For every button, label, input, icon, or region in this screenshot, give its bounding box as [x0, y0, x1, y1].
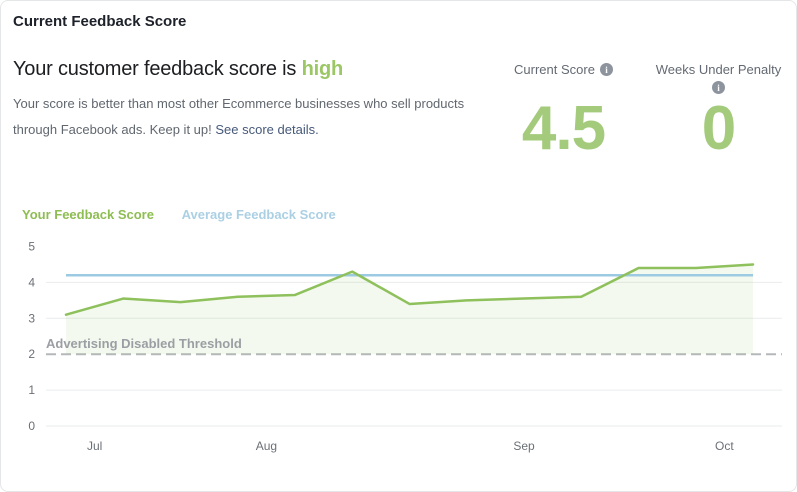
legend-your-feedback-score[interactable]: Your Feedback Score — [22, 207, 154, 222]
y-axis-tick-label: 4 — [28, 275, 35, 289]
description-line2: through Facebook ads. Keep it up! — [13, 122, 212, 137]
x-axis-month-label: Jul — [87, 439, 102, 453]
feedback-score-chart: 0 1 2 3 4 5 Jul Aug Sep Oct Advertising Disabled T… — [1, 231, 797, 471]
info-icon[interactable]: i — [712, 81, 725, 94]
weeks-under-penalty-value: 0 — [636, 98, 797, 160]
info-icon[interactable]: i — [600, 63, 613, 76]
weeks-under-penalty-label: Weeks Under Penalty — [656, 62, 782, 77]
y-axis-tick-label: 5 — [28, 240, 35, 254]
current-score-value: 4.5 — [481, 98, 646, 160]
weeks-under-penalty-stat: Weeks Under Penalty i 0 — [636, 62, 797, 94]
x-axis-month-label: Oct — [715, 439, 734, 453]
y-axis-tick-label: 0 — [28, 419, 35, 433]
page-title: Current Feedback Score — [13, 13, 186, 30]
y-axis-tick-label: 1 — [28, 383, 35, 397]
x-axis-month-label: Aug — [256, 439, 277, 453]
chart-legend: Your Feedback Score Average Feedback Sco… — [22, 207, 336, 222]
advertising-disabled-threshold-label: Advertising Disabled Threshold — [46, 336, 242, 351]
score-description: Your score is better than most other Eco… — [13, 91, 473, 143]
score-level-highlight: high — [302, 58, 343, 80]
y-axis-tick-label: 3 — [28, 311, 35, 325]
feedback-score-card: Current Feedback Score Your customer fee… — [0, 0, 797, 492]
legend-average-feedback-score[interactable]: Average Feedback Score — [182, 207, 336, 222]
y-axis-tick-label: 2 — [28, 347, 35, 361]
current-score-label: Current Score — [514, 62, 595, 77]
heading-prefix: Your customer feedback score is — [13, 58, 296, 80]
score-summary-heading: Your customer feedback score is high — [13, 58, 343, 81]
x-axis-month-label: Sep — [513, 439, 535, 453]
see-score-details-link[interactable]: See score details. — [215, 122, 318, 137]
current-score-stat: Current Score i 4.5 — [481, 62, 646, 77]
description-line1: Your score is better than most other Eco… — [13, 96, 464, 111]
